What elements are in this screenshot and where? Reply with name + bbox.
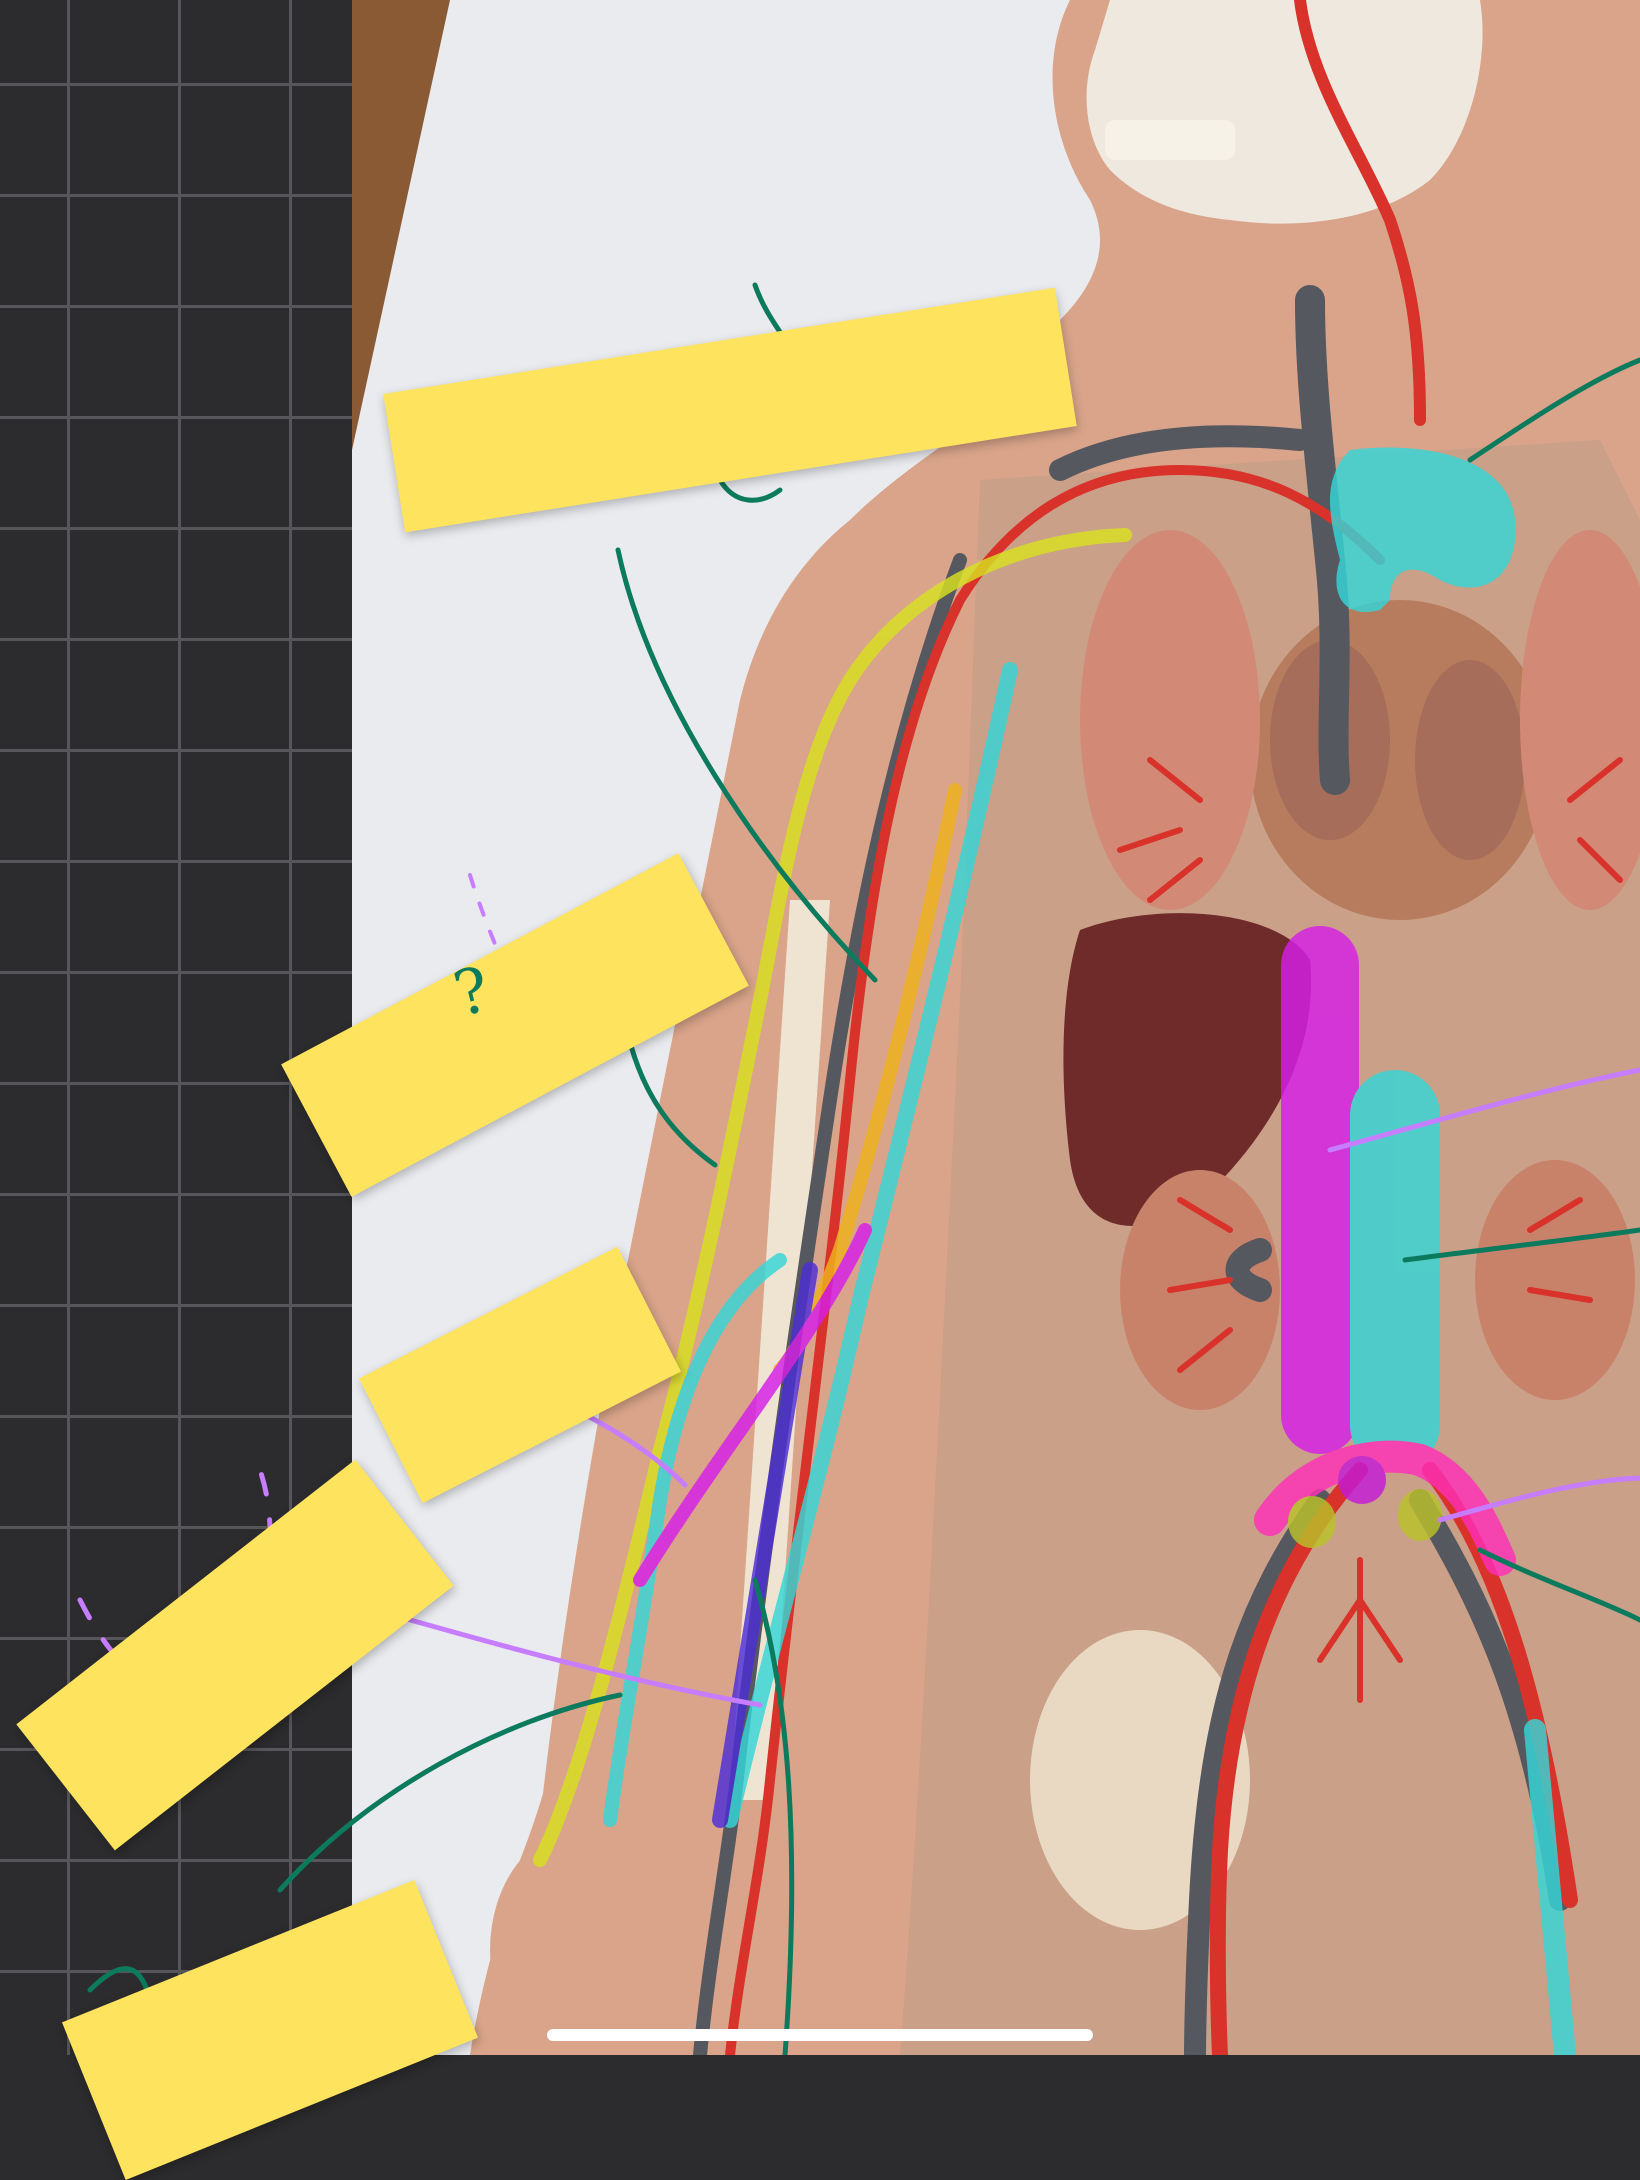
notes-canvas[interactable]: ? <box>0 0 1640 2180</box>
home-indicator[interactable] <box>547 2029 1093 2041</box>
olive-iliac-left <box>1288 1496 1336 1548</box>
olive-iliac-right <box>1398 1489 1442 1541</box>
purple-bifurcation <box>1338 1456 1386 1504</box>
